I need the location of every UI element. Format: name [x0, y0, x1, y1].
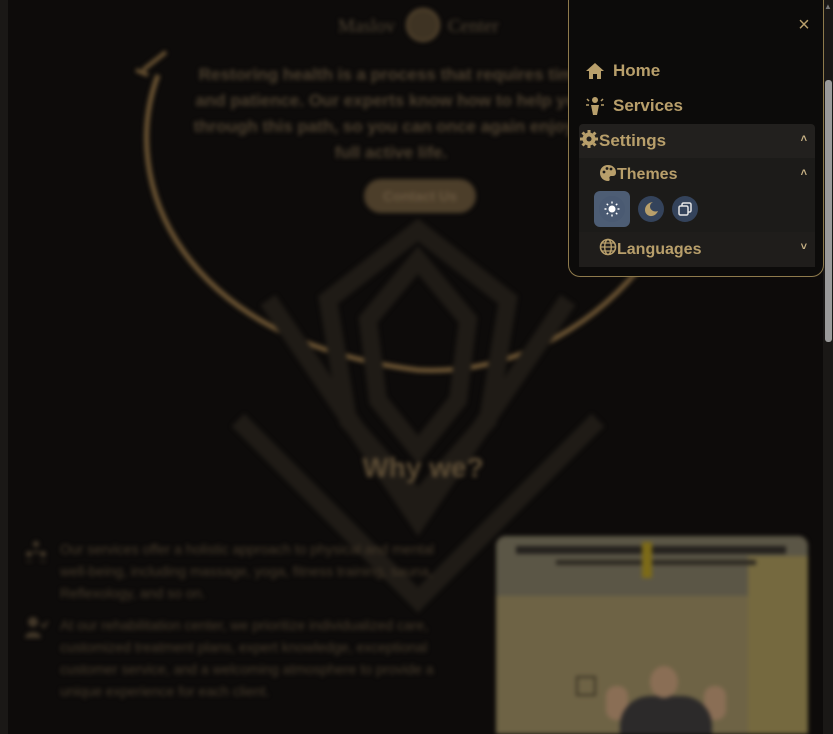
person-check-icon — [25, 617, 48, 638]
menu-item-label: Home — [613, 61, 661, 80]
menu-item-settings[interactable]: Settings ˄ — [579, 124, 815, 158]
brand-name-left: Maslov — [338, 16, 395, 37]
dark-theme-button[interactable] — [638, 196, 664, 222]
gear-icon — [579, 129, 599, 154]
feature-item: Our services offer a holistic approach t… — [24, 538, 454, 604]
theme-options — [594, 191, 698, 230]
menu-item-label: Languages — [617, 240, 702, 258]
hero-text: Restoring health is a process that requi… — [193, 65, 589, 162]
services-icon — [585, 96, 605, 116]
chevron-down-icon: ˅ — [800, 241, 807, 253]
moon-icon — [645, 202, 658, 217]
close-icon[interactable]: × — [795, 15, 813, 35]
system-theme-button[interactable] — [672, 196, 698, 222]
page-scrollbar[interactable]: ▲ — [823, 0, 833, 734]
scrollbar-thumb[interactable] — [825, 80, 832, 342]
sun-icon — [604, 201, 620, 217]
menu-item-themes[interactable]: Themes ˄ — [579, 158, 815, 192]
chevron-up-icon: ˄ — [800, 133, 807, 145]
palette-icon — [599, 164, 617, 187]
menu-item-languages[interactable]: Languages ˅ — [579, 232, 815, 267]
page-edge — [0, 0, 8, 734]
brand-mandala-logo — [406, 8, 440, 42]
themes-submenu: Themes ˄ — [579, 158, 815, 232]
light-theme-button[interactable] — [594, 191, 630, 227]
menu-item-services[interactable]: Services — [579, 89, 815, 123]
why-we-heading: Why we? — [362, 452, 484, 483]
brand-name-right: Center — [448, 16, 499, 37]
menu-item-home[interactable]: Home — [579, 54, 815, 88]
chevron-up-icon: ˄ — [800, 167, 807, 179]
scroll-up-arrow-icon[interactable]: ▲ — [823, 0, 833, 14]
contact-us-button[interactable]: Contact Us — [364, 179, 476, 213]
navigation-menu: × Home Services Settings ˄ Themes ˄ Lang… — [568, 0, 824, 277]
feature-text: At our rehabilitation center, we priorit… — [60, 617, 434, 699]
menu-item-label: Themes — [617, 166, 678, 183]
feature-text: Our services offer a holistic approach t… — [60, 541, 435, 601]
system-theme-icon — [678, 202, 692, 216]
menu-item-label: Settings — [599, 131, 667, 150]
home-icon — [585, 61, 605, 81]
brand-logo-area: Maslov Center — [338, 8, 518, 42]
gym-photo — [496, 536, 808, 734]
feature-item: At our rehabilitation center, we priorit… — [24, 614, 454, 702]
settings-submenu: Settings ˄ Themes ˄ Languages ˅ — [579, 124, 815, 267]
globe-icon — [599, 238, 617, 261]
menu-item-label: Services — [613, 96, 683, 115]
people-icon — [26, 541, 46, 562]
